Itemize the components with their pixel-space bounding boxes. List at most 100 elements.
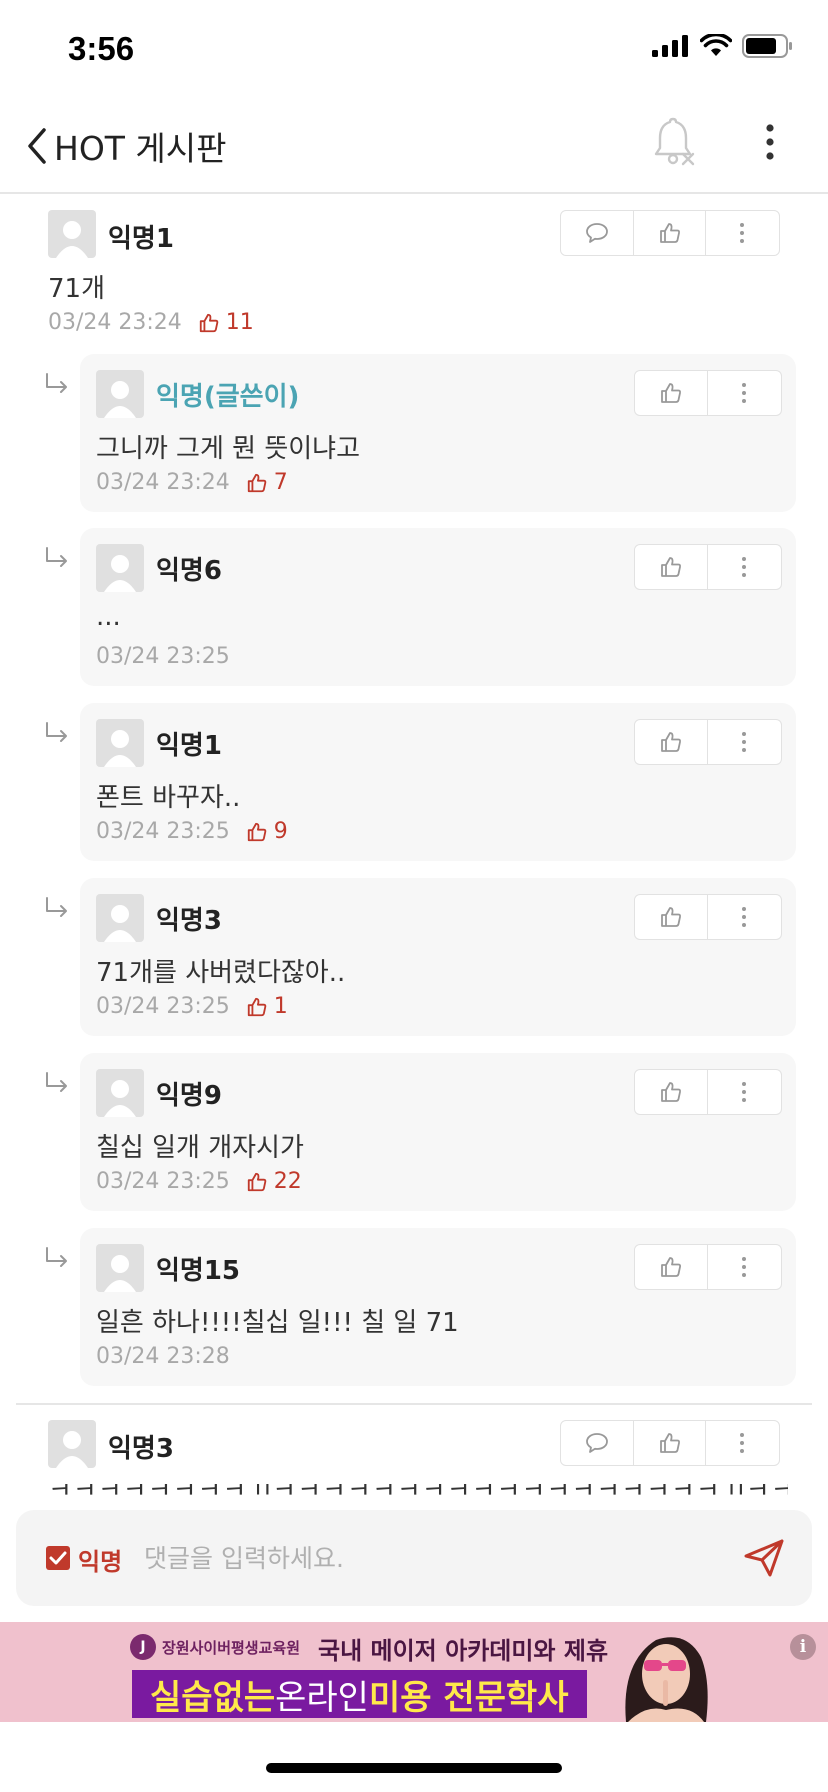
comment-input[interactable]: [144, 1532, 704, 1584]
speech-bubble-icon: [586, 223, 608, 243]
reply-author: 익명3: [156, 906, 222, 936]
reply-text: 일흔 하나!!!!칠십 일!!! 칠 일 71: [96, 1308, 459, 1338]
thumbs-up-icon: [661, 557, 681, 577]
avatar: [96, 370, 144, 418]
like-count-value: 7: [273, 470, 288, 495]
ad-main-part: 실습없는: [150, 1677, 276, 1718]
reply-meta: 03/24 23:25 1: [96, 994, 288, 1019]
reply-text: 칠십 일개 개자시가: [96, 1133, 304, 1163]
send-icon[interactable]: [742, 1538, 786, 1578]
thumbs-up-icon: [247, 473, 267, 492]
reply-button[interactable]: [561, 211, 633, 255]
ad-logo-icon: J: [130, 1634, 156, 1660]
reply-card: 익명9 칠십 일개 개자시가 03/24 23:25 22: [80, 1053, 796, 1211]
reply-time: 03/24 23:24: [96, 470, 230, 495]
like-button[interactable]: [635, 371, 707, 415]
avatar: [96, 544, 144, 592]
avatar: [48, 1420, 96, 1468]
reply-card: 익명15 일흔 하나!!!!칠십 일!!! 칠 일 71 03/24 23:28: [80, 1228, 796, 1386]
reply-more-button[interactable]: [707, 895, 779, 939]
reply-meta: 03/24 23:25: [96, 644, 230, 669]
thumbs-up-icon: [659, 1433, 680, 1453]
ad-logo: J 장원사이버평생교육원: [130, 1634, 300, 1660]
reply-more-button[interactable]: [707, 371, 779, 415]
status-bar: 3:56: [0, 0, 828, 100]
more-options-icon[interactable]: [755, 120, 785, 164]
ad-main-part: 미용 전문학사: [368, 1677, 569, 1718]
reply-actions: [634, 719, 782, 765]
reply-more-button[interactable]: [707, 720, 779, 764]
reply-meta: 03/24 23:24 7: [96, 470, 288, 495]
ad-main-copy: 실습없는 온라인 미용 전문학사: [132, 1670, 587, 1718]
wifi-icon: [700, 34, 732, 56]
ad-main-part: 온라인: [275, 1677, 369, 1718]
like-button[interactable]: [635, 720, 707, 764]
thumbs-up-icon: [247, 822, 267, 841]
like-button[interactable]: [635, 1070, 707, 1114]
reply-arrow-icon: [46, 547, 67, 567]
reply-more-button[interactable]: [707, 545, 779, 589]
like-count: 1: [246, 994, 288, 1019]
reply-text: 71개를 사버렸다잖아..: [96, 958, 346, 988]
more-vertical-icon: [741, 732, 746, 752]
like-count: 9: [246, 819, 288, 844]
thumbs-up-icon: [199, 313, 219, 332]
battery-icon: [742, 34, 792, 58]
reply-more-button[interactable]: [707, 1245, 779, 1289]
comment-more-button[interactable]: [705, 211, 777, 255]
more-vertical-icon: [741, 1257, 746, 1277]
back-icon[interactable]: [22, 124, 52, 168]
reply-time: 03/24 23:25: [96, 1169, 230, 1194]
reply-author: 익명1: [156, 731, 222, 761]
thumbs-up-icon: [247, 1172, 267, 1191]
ad-headline: 국내 메이저 아카데미와 제휴: [318, 1637, 609, 1665]
reply-author: 익명(글쓴이): [156, 382, 300, 412]
comment-author: 익명1: [108, 224, 174, 254]
reply-card: 익명6 ... 03/24 23:25: [80, 528, 796, 686]
more-vertical-icon: [741, 383, 746, 403]
divider: [16, 1403, 812, 1405]
reply-time: 03/24 23:28: [96, 1344, 230, 1369]
avatar: [96, 719, 144, 767]
ad-info-icon[interactable]: i: [790, 1634, 816, 1660]
signal-icon: [652, 35, 688, 57]
avatar: [96, 1244, 144, 1292]
comment-more-button[interactable]: [705, 1421, 777, 1465]
like-button[interactable]: [635, 1245, 707, 1289]
thumbs-up-icon: [661, 1082, 681, 1102]
clipped-comment-text: ㅋㅋㅋㅋㅋㅋㅋㅋㄲㅋㅋㅋㅋㅋㅋㅋㅋㅋㅋㅋㅋㅋㅋㅋㅋㅋㅋㄲㅋㅋㅋㅋ: [48, 1484, 788, 1496]
like-count: 11: [198, 310, 254, 335]
anonymous-label[interactable]: 익명: [78, 1542, 122, 1577]
reply-button[interactable]: [561, 1421, 633, 1465]
like-button[interactable]: [635, 545, 707, 589]
reply-actions: [634, 544, 782, 590]
reply-arrow-icon: [46, 373, 67, 393]
like-button[interactable]: [633, 211, 705, 255]
like-button[interactable]: [635, 895, 707, 939]
like-count-value: 1: [273, 994, 288, 1019]
more-vertical-icon: [741, 907, 746, 927]
speech-bubble-icon: [586, 1433, 608, 1453]
reply-time: 03/24 23:25: [96, 819, 230, 844]
anonymous-checkbox[interactable]: [46, 1546, 70, 1570]
nav-bar: HOT 게시판: [0, 100, 828, 194]
ad-banner[interactable]: J 장원사이버평생교육원 국내 메이저 아카데미와 제휴 실습없는 온라인 미용…: [0, 1622, 828, 1722]
reply-card: 익명1 폰트 바꾸자.. 03/24 23:25 9: [80, 703, 796, 861]
more-vertical-icon: [741, 1082, 746, 1102]
like-count: 22: [246, 1169, 302, 1194]
reply-text: 폰트 바꾸자..: [96, 783, 241, 813]
status-icons: [652, 34, 794, 58]
avatar: [48, 210, 96, 258]
notification-off-icon[interactable]: [650, 116, 698, 168]
reply-arrow-icon: [46, 1247, 67, 1267]
reply-arrow-icon: [46, 722, 67, 742]
more-vertical-icon: [741, 557, 746, 577]
like-button[interactable]: [633, 1421, 705, 1465]
reply-card: 익명3 71개를 사버렸다잖아.. 03/24 23:25 1: [80, 878, 796, 1036]
comment-author: 익명3: [108, 1434, 174, 1464]
reply-more-button[interactable]: [707, 1070, 779, 1114]
reply-time: 03/24 23:25: [96, 644, 230, 669]
reply-meta: 03/24 23:25 9: [96, 819, 288, 844]
comment: 익명3: [0, 1406, 828, 1496]
avatar: [96, 1069, 144, 1117]
